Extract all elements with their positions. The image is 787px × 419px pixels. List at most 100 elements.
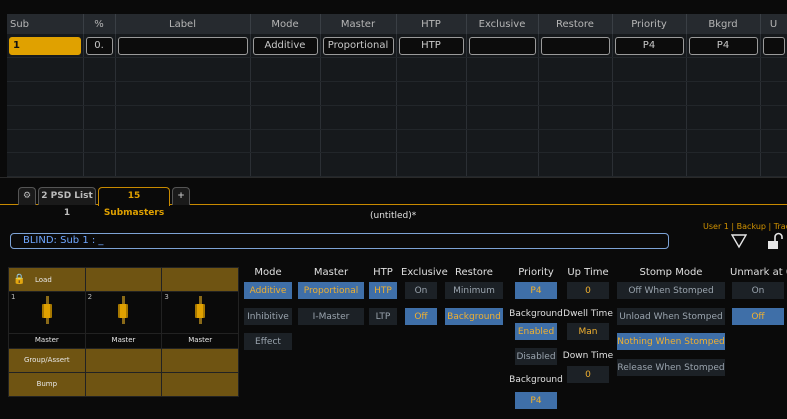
col-exclusive-header[interactable]: Exclusive: [466, 14, 539, 34]
uptime-value[interactable]: 0: [566, 281, 610, 300]
uptime-header: Up Time: [567, 267, 609, 278]
col-percent-header[interactable]: %: [83, 14, 116, 34]
filter-icon[interactable]: [731, 233, 747, 249]
tab-submasters[interactable]: 15 Submasters: [98, 187, 170, 218]
fader-3-top-button[interactable]: [161, 266, 239, 293]
unmark-off-button[interactable]: Off: [731, 307, 785, 326]
master-header: Master: [313, 267, 349, 278]
bkgrd-cell[interactable]: P4: [688, 36, 758, 55]
fader-3[interactable]: 3: [161, 291, 239, 335]
priority-header: Priority: [518, 267, 554, 278]
fader-bank: 🔒 Load 1 2 3 Master Master Master Group/A…: [8, 266, 239, 398]
table-row: [7, 105, 787, 130]
table-header-row: Sub % Label Mode Master HTP Exclusive Re…: [7, 14, 787, 34]
col-htp-header[interactable]: HTP: [396, 14, 467, 34]
table-row: 1 0. Additive Proportional HTP P4 P4: [7, 34, 787, 59]
submaster-table: Sub % Label Mode Master HTP Exclusive Re…: [7, 14, 787, 177]
col-restore-header[interactable]: Restore: [538, 14, 613, 34]
add-tab-icon[interactable]: +: [172, 187, 190, 205]
fader-3-assert-button[interactable]: [161, 347, 239, 373]
label-cell[interactable]: [117, 36, 248, 55]
col-bkgrd-header[interactable]: Bkgrd: [686, 14, 761, 34]
mode-cell[interactable]: Additive: [252, 36, 318, 55]
background-disabled-button[interactable]: Disabled: [514, 347, 558, 366]
ltp-button[interactable]: LTP: [368, 307, 398, 326]
master-cell[interactable]: Proportional: [322, 36, 394, 55]
user-status: User 1 | Backup | Tracking: [703, 222, 787, 231]
gear-icon[interactable]: ⚙: [18, 187, 36, 205]
command-line-input[interactable]: BLIND: Sub 1 : _: [10, 233, 669, 249]
restore-minimum-button[interactable]: Minimum: [444, 281, 504, 300]
submaster-sheet: Sub % Label Mode Master HTP Exclusive Re…: [0, 0, 787, 178]
fader-2-bump-button[interactable]: [84, 371, 163, 398]
group-assert-button[interactable]: Group/Assert: [8, 347, 86, 373]
down-time-value[interactable]: 0: [566, 365, 610, 384]
unmark-header: Unmark at 0%: [730, 267, 787, 278]
load-button[interactable]: 🔒 Load: [8, 266, 86, 293]
col-master-header[interactable]: Master: [320, 14, 397, 34]
col-priority-header[interactable]: Priority: [612, 14, 687, 34]
table-row: [7, 57, 787, 82]
unlock-icon[interactable]: [767, 232, 783, 250]
mode-effect-button[interactable]: Effect: [243, 332, 293, 351]
tab-bar: ⚙ 2 PSD List 1 15 Submasters +: [0, 185, 787, 218]
background-header: Background: [509, 309, 563, 319]
fader-number: 3: [164, 293, 169, 302]
exclusive-header: Exclusive: [401, 267, 448, 278]
dwell-time-header: Dwell Time: [563, 309, 613, 319]
priority-value[interactable]: P4: [514, 281, 558, 300]
fader-number: 1: [11, 293, 16, 302]
stomp-nothing-when-stomped-button[interactable]: Nothing When Stomped: [616, 332, 726, 351]
stomp-mode-header: Stomp Mode: [639, 267, 703, 278]
fader-handle[interactable]: [41, 304, 52, 319]
master-proportional-button[interactable]: Proportional: [297, 281, 365, 300]
fader-handle[interactable]: [195, 304, 206, 319]
percent-cell[interactable]: 0.: [85, 36, 113, 55]
document-title: (untitled)*: [370, 211, 417, 221]
lock-icon: 🔒: [13, 273, 26, 285]
fader-caption: Master: [84, 333, 163, 349]
background-priority-value[interactable]: P4: [514, 391, 558, 410]
table-row: [7, 152, 787, 177]
restore-background-button[interactable]: Background: [444, 307, 504, 326]
table-row: [7, 129, 787, 154]
master-imaster-button[interactable]: I-Master: [297, 307, 365, 326]
restore-cell[interactable]: [540, 36, 610, 55]
tab-psd-list[interactable]: 2 PSD List 1: [38, 187, 96, 218]
fader-2[interactable]: 2: [84, 291, 163, 335]
bump-button[interactable]: Bump: [8, 371, 86, 398]
col-u-header[interactable]: U: [760, 14, 787, 34]
priority-cell[interactable]: P4: [614, 36, 684, 55]
fader-1[interactable]: 1: [8, 291, 86, 335]
exclusive-off-button[interactable]: Off: [404, 307, 438, 326]
dwell-time-value[interactable]: Man: [566, 322, 610, 341]
background-enabled-button[interactable]: Enabled: [514, 322, 558, 341]
stomp-release-when-stomped-button[interactable]: Release When Stomped: [616, 358, 726, 377]
u-cell[interactable]: [762, 36, 785, 55]
col-label-header[interactable]: Label: [115, 14, 251, 34]
sub-number-cell[interactable]: 1: [9, 36, 81, 55]
fader-caption: Master: [161, 333, 239, 349]
fader-3-bump-button[interactable]: [161, 371, 239, 398]
htp-button[interactable]: HTP: [368, 281, 398, 300]
fader-2-assert-button[interactable]: [84, 347, 163, 373]
htp-cell[interactable]: HTP: [398, 36, 464, 55]
mode-additive-button[interactable]: Additive: [243, 281, 293, 300]
col-mode-header[interactable]: Mode: [250, 14, 321, 34]
fader-2-top-button[interactable]: [84, 266, 163, 293]
stomp-off-when-stomped-button[interactable]: Off When Stomped: [616, 281, 726, 300]
htp-header: HTP: [373, 267, 393, 278]
stomp-unload-when-stomped-button[interactable]: Unload When Stomped: [616, 307, 726, 326]
fader-handle[interactable]: [118, 304, 129, 319]
table-row: [7, 81, 787, 106]
col-sub-header[interactable]: Sub: [7, 14, 84, 34]
exclusive-cell[interactable]: [468, 36, 536, 55]
mode-inhibitive-button[interactable]: Inhibitive: [243, 307, 293, 326]
mode-header: Mode: [254, 267, 282, 278]
unmark-on-button[interactable]: On: [731, 281, 785, 300]
background-priority-header: Background: [509, 375, 563, 385]
fader-number: 2: [87, 293, 93, 302]
restore-header: Restore: [455, 267, 493, 278]
fader-caption: Master: [8, 333, 86, 349]
exclusive-on-button[interactable]: On: [404, 281, 438, 300]
